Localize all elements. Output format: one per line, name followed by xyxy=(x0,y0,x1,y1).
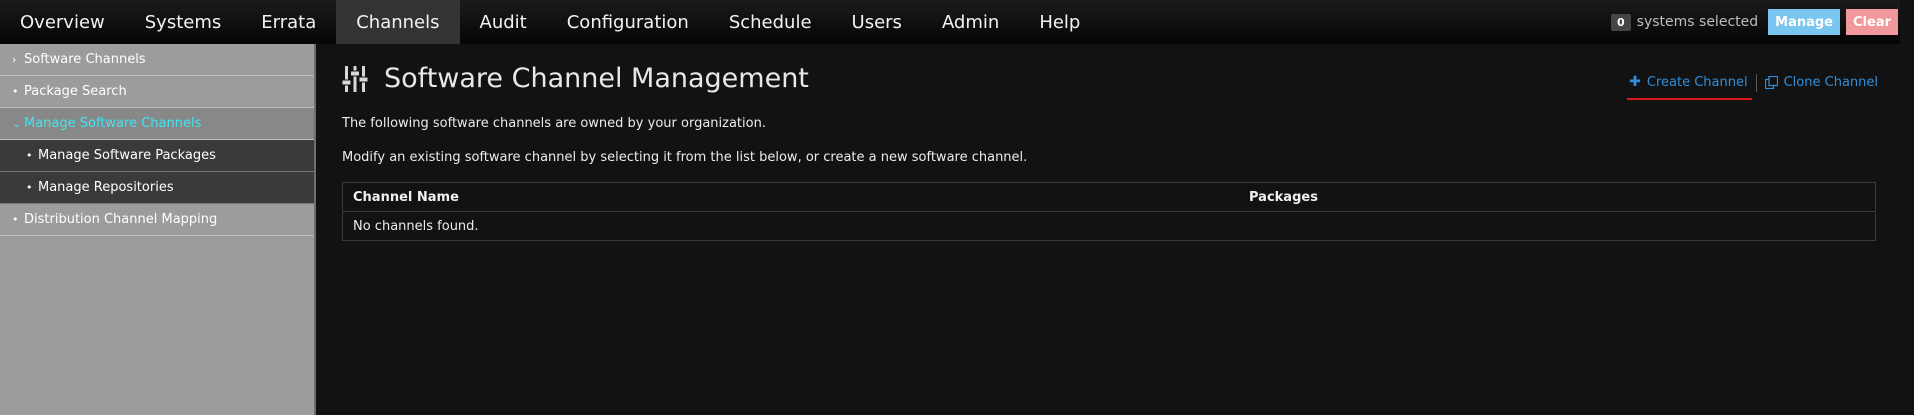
chevron-down-icon: ⌄ xyxy=(12,117,22,130)
bullet-icon: • xyxy=(26,149,33,162)
nav-channels[interactable]: Channels xyxy=(336,0,460,44)
selected-count-badge: 0 xyxy=(1611,13,1631,31)
channels-table: Channel Name Packages No channels found. xyxy=(342,182,1876,241)
intro-text: The following software channels are owne… xyxy=(342,116,766,131)
sidebar-item-label: Manage Software Packages xyxy=(38,148,216,163)
page-title: Software Channel Management xyxy=(384,63,809,94)
nav-users[interactable]: Users xyxy=(832,0,922,44)
instructions-text: Modify an existing software channel by s… xyxy=(342,150,1028,165)
system-set-manager: 0 systems selected Manage Clear xyxy=(1611,9,1900,35)
main-content: Software Channel Management ✚ Create Cha… xyxy=(318,44,1900,415)
main-nav: Overview Systems Errata Channels Audit C… xyxy=(0,0,1100,44)
nav-help[interactable]: Help xyxy=(1019,0,1100,44)
sidebar-item-label: Manage Repositories xyxy=(38,180,174,195)
clear-button[interactable]: Clear xyxy=(1846,9,1898,35)
column-header-packages[interactable]: Packages xyxy=(1249,190,1318,205)
sidebar-item-manage-repositories[interactable]: • Manage Repositories xyxy=(0,172,314,204)
create-channel-label: Create Channel xyxy=(1646,74,1748,90)
nav-audit[interactable]: Audit xyxy=(460,0,547,44)
sidebar-item-manage-software-channels[interactable]: ⌄ Manage Software Channels xyxy=(0,108,314,140)
page-actions: ✚ Create Channel Clone Channel xyxy=(1627,74,1878,100)
table-row: No channels found. xyxy=(343,212,1875,240)
bullet-icon: • xyxy=(12,213,19,226)
empty-message: No channels found. xyxy=(353,218,479,234)
nav-systems[interactable]: Systems xyxy=(125,0,242,44)
nav-schedule[interactable]: Schedule xyxy=(709,0,832,44)
sidebar-item-package-search[interactable]: • Package Search xyxy=(0,76,314,108)
nav-errata[interactable]: Errata xyxy=(241,0,336,44)
sidebar-item-manage-software-packages[interactable]: • Manage Software Packages xyxy=(0,140,314,172)
sidebar-item-distribution-channel-mapping[interactable]: • Distribution Channel Mapping xyxy=(0,204,314,236)
plus-icon: ✚ xyxy=(1629,74,1641,90)
nav-configuration[interactable]: Configuration xyxy=(547,0,709,44)
create-channel-link[interactable]: ✚ Create Channel xyxy=(1627,74,1753,100)
bullet-icon: • xyxy=(12,85,19,98)
sidebar-item-label: Manage Software Channels xyxy=(24,116,202,131)
sidebar-item-label: Software Channels xyxy=(24,52,146,67)
manage-button[interactable]: Manage xyxy=(1768,9,1840,35)
sidebar-item-label: Distribution Channel Mapping xyxy=(24,212,218,227)
nav-admin[interactable]: Admin xyxy=(922,0,1019,44)
clone-icon xyxy=(1764,75,1778,89)
sidebar-item-label: Package Search xyxy=(24,84,127,99)
clone-channel-label: Clone Channel xyxy=(1783,74,1878,90)
systems-selected-label: systems selected xyxy=(1636,14,1759,30)
sidebar: › Software Channels • Package Search ⌄ M… xyxy=(0,44,316,415)
top-navigation-bar: Overview Systems Errata Channels Audit C… xyxy=(0,0,1900,44)
clone-channel-link[interactable]: Clone Channel xyxy=(1764,74,1878,92)
table-header: Channel Name Packages xyxy=(343,183,1875,212)
bullet-icon: • xyxy=(26,181,33,194)
sidebar-item-software-channels[interactable]: › Software Channels xyxy=(0,44,314,76)
action-divider xyxy=(1755,74,1757,92)
chevron-right-icon: › xyxy=(12,53,17,66)
sliders-icon xyxy=(342,65,368,92)
nav-overview[interactable]: Overview xyxy=(0,0,125,44)
page-header: Software Channel Management xyxy=(342,63,809,94)
column-header-channel-name[interactable]: Channel Name xyxy=(343,190,1249,205)
